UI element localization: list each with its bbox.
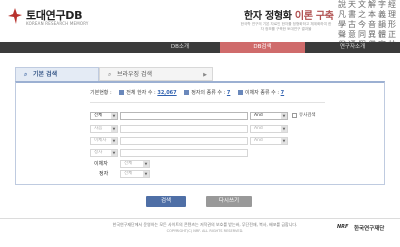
stats-prefix: 기본현황 : <box>90 90 112 96</box>
stats-total-label: 전체 한자 수 : <box>126 90 156 96</box>
field-select-3-value: 이체자 <box>94 138 107 143</box>
field-select-4[interactable]: 정자 ▼ <box>90 149 118 157</box>
chevron-down-icon: ▼ <box>143 161 149 167</box>
hanja-char: 本 <box>368 10 376 19</box>
project-title: 한자 정형화 이론 구축 <box>244 7 334 22</box>
logo-mark-icon <box>8 8 22 24</box>
regular-filter-label: 정자 <box>99 171 109 177</box>
stats-type-label: 정자의 종류 수 : <box>191 90 226 96</box>
tab-basic-search[interactable]: ⌕ 기본 검색 <box>15 67 99 81</box>
footer-divider <box>0 218 400 219</box>
hanja-char: 同 <box>358 30 366 39</box>
project-title-main: 한자 정형화 <box>244 11 292 22</box>
hanja-char: 經 <box>388 0 396 9</box>
project-subtitle: 한국학 연구의 기본 자료인 한자를 정형화하고 체계화하여 한자 정보를 구축… <box>240 22 332 31</box>
hanja-char: 天 <box>348 0 356 9</box>
field-select-1-value: 전체 <box>94 113 103 118</box>
hanja-char: 字 <box>378 0 386 9</box>
regular-filter-select[interactable]: 전체 ▼ <box>120 170 150 178</box>
variant-filter-select[interactable]: 전체 ▼ <box>120 160 150 168</box>
similar-search-label: 유사검색 <box>299 113 316 118</box>
hanja-char: 解 <box>368 0 376 9</box>
chevron-down-icon: ▼ <box>111 150 117 156</box>
tab-basic-label: 기본 검색 <box>33 71 58 78</box>
operator-select-3[interactable]: And ▼ <box>250 137 288 145</box>
keyword-input-3[interactable] <box>120 137 248 145</box>
hanja-char: 古 <box>348 20 356 29</box>
chevron-down-icon: ▼ <box>111 138 117 144</box>
search-icon: ⌕ <box>24 71 28 78</box>
hanja-char: 正 <box>388 30 396 39</box>
field-select-3[interactable]: 이체자 ▼ <box>90 137 118 145</box>
chevron-down-icon: ▼ <box>281 126 287 132</box>
hanja-char: 今 <box>358 20 366 29</box>
field-select-2[interactable]: 자음 ▼ <box>90 125 118 133</box>
logo-subtitle: KOREAN RESEARCH MEMORY <box>26 21 89 26</box>
chevron-down-icon: ▼ <box>281 113 287 119</box>
hanja-char: 形 <box>388 20 396 29</box>
stats-total-value[interactable]: 32,067 <box>157 90 176 96</box>
reset-button[interactable]: 다시쓰기 <box>206 196 252 207</box>
stats-bar: 기본현황 : 전체 한자 수 : 32,067 정자의 종류 수 : 7 이체자… <box>90 89 284 97</box>
field-select-2-value: 자음 <box>94 126 103 131</box>
nav-research-intro[interactable]: 연구자소개 <box>305 42 400 53</box>
keyword-input-4[interactable] <box>120 149 248 157</box>
nrf-logo[interactable]: NRF 한국연구재단 <box>337 222 397 236</box>
keyword-input-2[interactable] <box>120 125 248 133</box>
tab-browse-search[interactable]: ⌕ 브라우징 검색 ▶ <box>99 67 213 81</box>
hanja-char: 韻 <box>378 20 386 29</box>
operator-select-2-value: And <box>254 126 263 131</box>
operator-select-2[interactable]: And ▼ <box>250 125 288 133</box>
search-button[interactable]: 검색 <box>146 196 186 207</box>
hanja-char: 說 <box>338 0 346 9</box>
chevron-down-icon: ▼ <box>111 113 117 119</box>
stats-variant-label: 이체자 종류 수 : <box>244 90 280 96</box>
hanja-char: 學 <box>338 20 346 29</box>
variant-filter-value: 전체 <box>124 161 133 166</box>
nrf-name: 한국연구재단 <box>354 226 385 232</box>
similar-search-checkbox[interactable] <box>292 113 297 118</box>
hanja-char: 聲 <box>338 30 346 39</box>
hanja-char: 體 <box>378 30 386 39</box>
hanja-char: 音 <box>368 20 376 29</box>
nrf-mark: NRF <box>337 224 349 230</box>
bullet-icon <box>184 89 190 95</box>
search-tabs: ⌕ 기본 검색 ⌕ 브라우징 검색 ▶ <box>15 67 385 81</box>
site-header: 토대연구DB KOREAN RESEARCH MEMORY 한자 정형화 이론 … <box>0 0 400 42</box>
project-title-accent: 이론 구축 <box>291 11 334 22</box>
hanja-char: 義 <box>378 10 386 19</box>
hanja-char: 文 <box>358 0 366 9</box>
chevron-down-icon: ▼ <box>281 138 287 144</box>
keyword-input-1[interactable] <box>120 112 248 120</box>
hanja-char: 書 <box>348 10 356 19</box>
nav-db-search[interactable]: DB검색 <box>220 42 305 53</box>
variant-filter-label: 이체자 <box>94 161 108 167</box>
footer-copyright: COPYRIGHT(C) NRF. ALL RIGHTS RESERVED. <box>166 229 244 233</box>
operator-select-3-value: And <box>254 138 263 143</box>
hanja-char: 凡 <box>338 10 346 19</box>
regular-filter-value: 전체 <box>124 171 133 176</box>
stats-type-value[interactable]: 7 <box>227 90 230 96</box>
hanja-char: 之 <box>358 10 366 19</box>
chevron-right-icon: ▶ <box>203 72 207 78</box>
field-select-4-value: 정자 <box>94 150 103 155</box>
chevron-down-icon: ▼ <box>111 126 117 132</box>
stats-variant-value[interactable]: 7 <box>281 90 284 96</box>
browse-icon: ⌕ <box>108 71 112 78</box>
tab-browse-label: 브라우징 검색 <box>117 71 153 78</box>
bullet-icon <box>119 89 125 95</box>
hanja-char: 意 <box>348 30 356 39</box>
bullet-icon <box>237 89 243 95</box>
hanja-char: 異 <box>368 30 376 39</box>
operator-select-1[interactable]: And ▼ <box>250 112 288 120</box>
hanja-char: 理 <box>388 10 396 19</box>
nav-db-intro[interactable]: DB소개 <box>140 42 220 53</box>
chevron-down-icon: ▼ <box>143 171 149 177</box>
divider <box>90 102 325 103</box>
operator-select-1-value: And <box>254 113 263 118</box>
hanja-decoration: 說天文解字經凡書之本義理學古今音韻形聲意同異體正俗通假借字林 <box>337 0 397 42</box>
main-nav: DB소개 DB검색 연구자소개 <box>0 42 400 53</box>
footer-notice: 한국연구재단에서 운영하는 모든 사이트의 콘텐츠는 저작권의 보호를 받는바,… <box>112 222 298 227</box>
field-select-1[interactable]: 전체 ▼ <box>90 112 118 120</box>
